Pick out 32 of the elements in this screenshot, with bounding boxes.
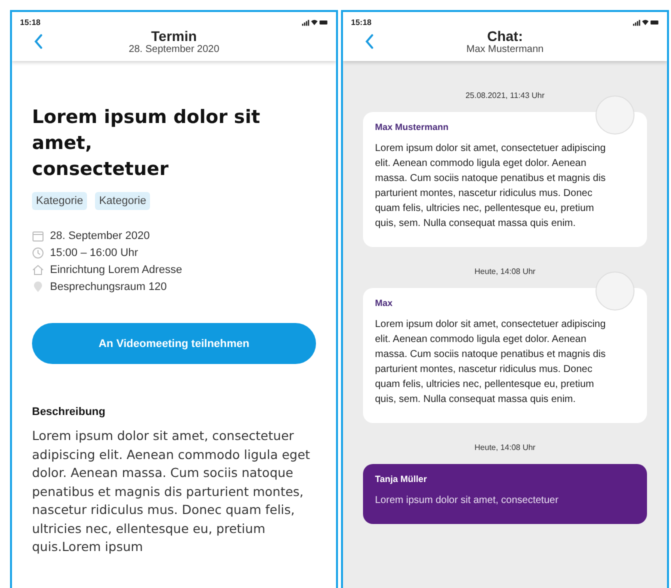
status-icons <box>633 19 659 26</box>
back-icon[interactable] <box>34 34 43 49</box>
category-tag[interactable]: Kategorie <box>95 192 150 210</box>
message-sender: Max Mustermann <box>375 122 450 132</box>
clock-icon <box>32 247 44 259</box>
message-text: Lorem ipsum dolor sit amet, consectetuer adipiscing elit. Aenean commodo ligula eget dolor. Aenean massa. Cum sociis natoque penatibus et magnis dis parturient montes, nascetur ridiculus mus. Donec quam felis, ultricies nec, pellentesque eu, pretium quis, sem. Nulla consequat massa quis enim. <box>375 318 607 407</box>
detail-text: 15:00 – 16:00 Uhr <box>50 247 138 259</box>
detail-text: Besprechungsraum 120 <box>50 281 167 293</box>
detail-text: Einrichtung Lorem Adresse <box>50 264 182 276</box>
description-text: Lorem ipsum dolor sit amet, consectetuer adipiscing elit. Aenean commodo ligula eget dolor. Aenean massa. Cum sociis natoque penatibus et magnis dis parturient montes, nascetur ridiculus mus. Donec quam felis, ultricies nec, ellentesque eu, pretium quis.Lorem ipsum <box>32 427 312 556</box>
back-icon[interactable] <box>365 34 374 49</box>
location-pin-icon <box>32 281 44 293</box>
status-time: 15:18 <box>351 18 372 27</box>
screen-subtitle: 28. September 2020 <box>128 44 220 55</box>
message-sender: Tanja Müller <box>375 474 428 484</box>
message-sender: Max <box>375 298 394 308</box>
status-time: 15:18 <box>20 18 40 27</box>
message-text: Lorem ipsum dolor sit amet, consectetuer adipiscing elit. Aenean commodo ligula eget dolor. Aenean massa. Cum sociis natoque penatibus et magnis dis parturient montes, nascetur ridiculus mus. Donec quam felis, ultricies nec, pellentesque eu, pretium quis, sem. Nulla consequat massa quis enim. <box>375 142 607 231</box>
message-timestamp: Heute, 14:08 Uhr <box>474 443 536 452</box>
event-title: Lorem ipsum dolor sit amet, consectetuer <box>32 106 262 182</box>
section-heading: Beschreibung <box>32 406 106 418</box>
status-icons <box>302 19 328 26</box>
screen-title: Chat: <box>487 28 523 44</box>
detail-text: 28. September 2020 <box>50 230 150 242</box>
screen-subtitle: Max Mustermann <box>466 44 544 55</box>
house-icon <box>32 264 44 276</box>
message-text: Lorem ipsum dolor sit amet, consectetuer <box>375 494 560 508</box>
message-timestamp: 25.08.2021, 11:43 Uhr <box>464 91 546 100</box>
category-tag[interactable]: Kategorie <box>32 192 88 210</box>
message-timestamp: Heute, 14:08 Uhr <box>474 267 536 276</box>
screen-title: Termin <box>151 28 197 44</box>
calendar-icon <box>32 230 44 242</box>
